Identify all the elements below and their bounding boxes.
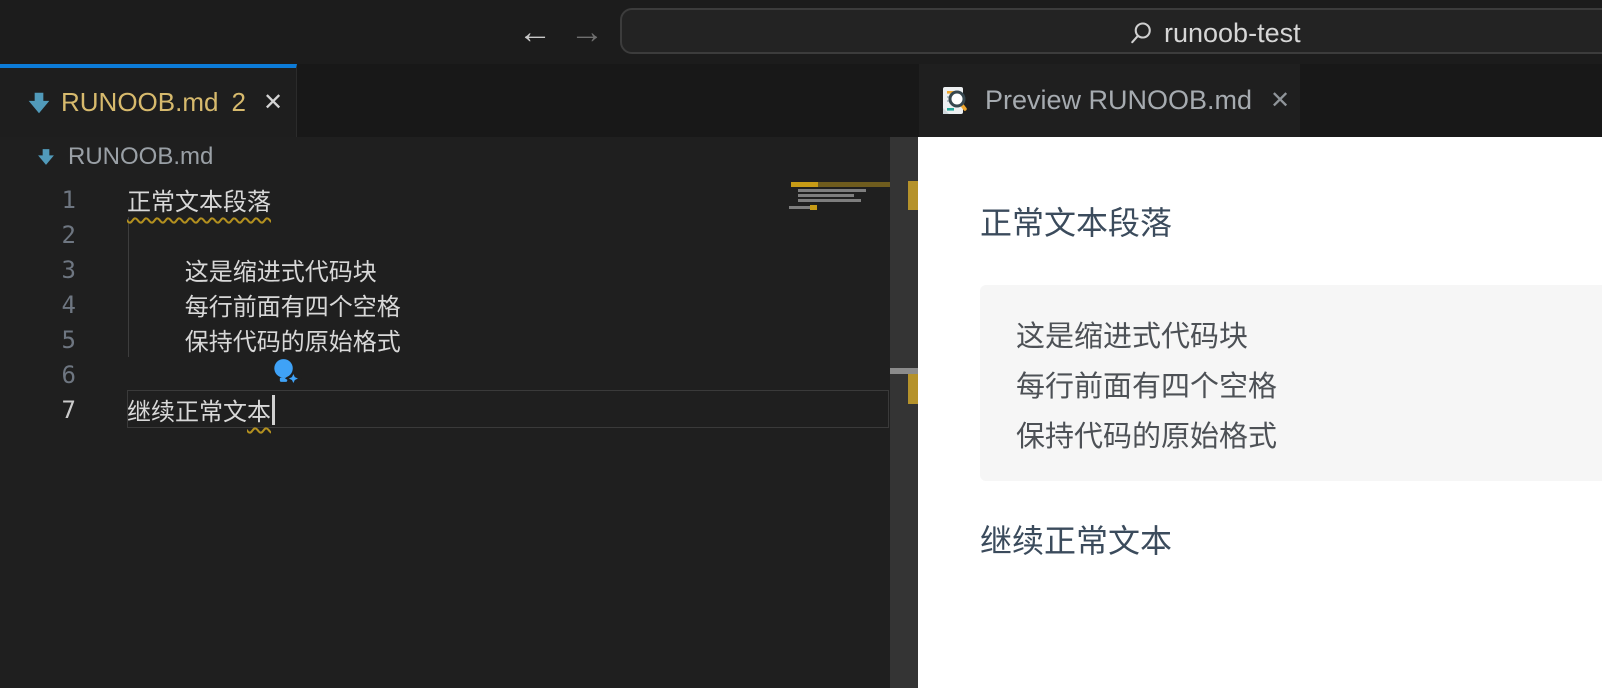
line-text: 这是缩进式代码块 (127, 252, 377, 287)
editor-line[interactable]: 1 正常文本段落 (0, 182, 890, 217)
editor-line-current[interactable]: 7 继续正常文本 (0, 392, 890, 427)
preview-tab-bar: Preview RUNOOB.md ✕ (915, 64, 1602, 137)
minimap-warning-line-dim[interactable] (818, 182, 890, 187)
tab-close-icon[interactable]: ✕ (1270, 86, 1290, 115)
line-number: 3 (0, 256, 76, 284)
warning-marker (908, 181, 918, 210)
tab-problem-badge: 2 (231, 87, 245, 118)
line-number: 6 (0, 361, 76, 389)
tab-label: Preview RUNOOB.md (985, 85, 1252, 116)
cursor-caret (272, 395, 275, 425)
breadcrumb-file-label: RUNOOB.md (68, 143, 213, 171)
preview-code-line: 保持代码的原始格式 (1016, 411, 1602, 461)
back-button[interactable]: ← (512, 10, 558, 54)
forward-button[interactable]: → (564, 10, 610, 54)
preview-paragraph: 正常文本段落 (980, 201, 1172, 245)
editor-line[interactable]: 6 (0, 357, 890, 392)
vscode-window: ← → runoob-test RUNOOB.md 2 ✕ (0, 0, 1602, 688)
line-text-warning: 正常文本段落 (127, 182, 271, 217)
line-text: 每行前面有四个空格 (127, 287, 401, 322)
minimap-warning-block[interactable] (810, 205, 817, 210)
tab-close-icon[interactable]: ✕ (263, 88, 283, 117)
markdown-file-icon (26, 90, 52, 116)
preview-code-block: 这是缩进式代码块 每行前面有四个空格 保持代码的原始格式 (980, 285, 1602, 481)
editor-line[interactable]: 4 每行前面有四个空格 (0, 287, 890, 322)
minimap-warning-line[interactable] (791, 182, 818, 187)
markdown-file-icon (36, 147, 56, 167)
command-center-search[interactable]: runoob-test (620, 8, 1602, 54)
warning-marker (908, 374, 918, 404)
line-text: 继续正常文本 (127, 392, 275, 427)
line-number: 2 (0, 221, 76, 249)
line-number-active: 7 (0, 396, 76, 424)
tab-preview-runoob-md[interactable]: Preview RUNOOB.md ✕ (919, 64, 1300, 137)
title-bar: ← → runoob-test (0, 0, 1602, 64)
search-icon (1127, 20, 1155, 48)
line7-head: 继续正常文 (127, 398, 247, 426)
tab-runoob-md[interactable]: RUNOOB.md 2 ✕ (0, 64, 297, 137)
tab-label: RUNOOB.md (61, 87, 218, 118)
markdown-preview-icon (937, 84, 971, 118)
search-value: runoob-test (1164, 18, 1301, 49)
editor-line[interactable]: 3 这是缩进式代码块 (0, 252, 890, 287)
editor-pane[interactable]: RUNOOB.md 1 正常文本段落 2 3 这是缩进式代码块 4 每行前面有四… (0, 137, 918, 688)
preview-paragraph: 继续正常文本 (980, 519, 1172, 563)
editor-lines: 1 正常文本段落 2 3 这是缩进式代码块 4 每行前面有四个空格 5 保持代码… (0, 182, 890, 427)
scrollbar-overview-ruler[interactable] (890, 137, 918, 688)
minimap-text-row[interactable] (798, 189, 866, 192)
preview-code-line: 每行前面有四个空格 (1016, 361, 1602, 411)
editor-line[interactable]: 2 (0, 217, 890, 252)
breadcrumb[interactable]: RUNOOB.md (36, 143, 213, 171)
editor-tab-bar: RUNOOB.md 2 ✕ (0, 64, 915, 137)
minimap-text-row[interactable] (798, 194, 854, 197)
search-content: runoob-test (1127, 18, 1301, 49)
markdown-preview-pane: 正常文本段落 这是缩进式代码块 每行前面有四个空格 保持代码的原始格式 继续正常… (918, 137, 1602, 688)
lightbulb-sparkle-icon[interactable] (270, 356, 302, 388)
line-number: 5 (0, 326, 76, 354)
line-number: 1 (0, 186, 76, 214)
preview-code-line: 这是缩进式代码块 (1016, 311, 1602, 361)
line-number: 4 (0, 291, 76, 319)
minimap-text-row[interactable] (798, 199, 861, 202)
line7-tail-warning: 本 (247, 398, 271, 426)
minimap-text-row[interactable] (789, 206, 810, 209)
